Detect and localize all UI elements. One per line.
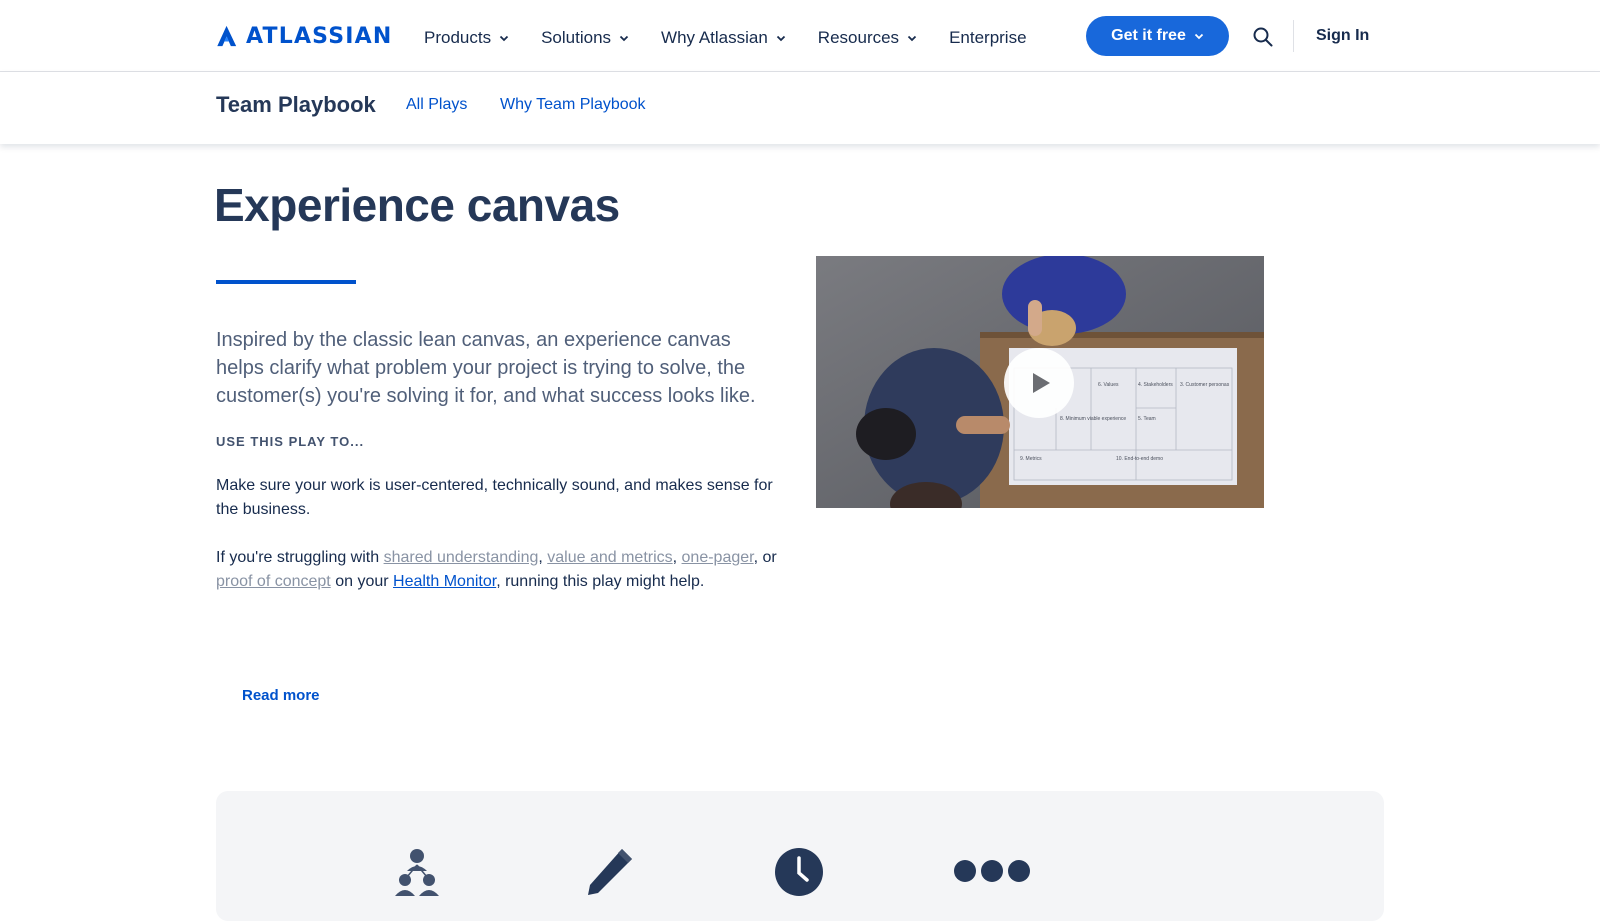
video-person-arm [956, 416, 1010, 434]
atlassian-logo-icon [217, 25, 237, 47]
title-underline [216, 280, 356, 284]
page-title: Experience canvas [214, 179, 620, 231]
team-playbook-title[interactable]: Team Playbook [216, 92, 376, 118]
separator: , or [753, 549, 777, 566]
video-person-arm [1028, 300, 1042, 336]
get-it-free-button[interactable]: Get it free [1086, 16, 1229, 56]
chevron-down-icon [499, 35, 509, 42]
more-dots-icon [954, 860, 1030, 882]
nav-enterprise[interactable]: Enterprise [949, 26, 1026, 50]
struggling-suffix: , running this play might help. [496, 573, 705, 590]
read-more-link[interactable]: Read more [242, 687, 320, 704]
video-thumbnail[interactable]: 6. Values 4. Stakeholders 3. Customer pe… [816, 256, 1264, 508]
video-canvas-label: 5. Team [1138, 416, 1156, 422]
video-canvas-label: 6. Values [1098, 382, 1119, 388]
struggling-prefix: If you're struggling with [216, 549, 384, 566]
video-canvas-label: 8. Minimum viable experience [1060, 416, 1126, 422]
chevron-down-icon [619, 35, 629, 42]
atlassian-wordmark: ATLASSIAN [246, 23, 393, 49]
shared-understanding-link[interactable]: shared understanding [384, 549, 539, 566]
nav-products[interactable]: Products [424, 26, 509, 50]
play-icon [1033, 373, 1050, 393]
get-it-free-label: Get it free [1111, 27, 1186, 44]
play-details-panel [216, 791, 1384, 921]
one-pager-link[interactable]: one-pager [682, 549, 754, 566]
nav-resources-label: Resources [817, 28, 900, 47]
atlassian-logo[interactable]: ATLASSIAN [216, 23, 393, 49]
sub-navigation: Team Playbook All Plays Why Team Playboo… [0, 72, 1600, 144]
clock-icon [775, 848, 823, 896]
chevron-down-icon [1194, 33, 1203, 40]
search-icon[interactable] [1252, 26, 1274, 48]
sign-in-link[interactable]: Sign In [1316, 27, 1369, 45]
why-team-playbook-link[interactable]: Why Team Playbook [500, 96, 646, 114]
nav-products-label: Products [424, 28, 492, 47]
nav-resources[interactable]: Resources [818, 26, 917, 50]
struggling-with-text: If you're struggling with shared underst… [216, 546, 786, 594]
nav-why-atlassian[interactable]: Why Atlassian [661, 26, 786, 50]
nav-why-atlassian-label: Why Atlassian [661, 28, 768, 47]
video-table-edge [980, 332, 1264, 338]
nav-solutions-label: Solutions [541, 28, 612, 47]
pencil-icon [588, 849, 632, 895]
chevron-down-icon [907, 35, 917, 42]
video-person-head [856, 408, 916, 460]
play-purpose-text: Make sure your work is user-centered, te… [216, 477, 773, 518]
separator: , [538, 549, 548, 566]
proof-of-concept-link[interactable]: proof of concept [216, 573, 331, 590]
separator: , [672, 549, 682, 566]
video-canvas-label: 4. Stakeholders [1138, 382, 1173, 388]
top-navigation: ATLASSIAN Products Solutions Why Atlassi… [0, 0, 1600, 72]
nav-solutions[interactable]: Solutions [541, 26, 629, 50]
health-monitor-link[interactable]: Health Monitor [393, 573, 496, 590]
value-and-metrics-link[interactable]: value and metrics [547, 549, 672, 566]
nav-enterprise-label: Enterprise [949, 28, 1027, 47]
video-canvas-label: 3. Customer personas [1180, 382, 1230, 388]
use-this-play-heading: USE THIS PLAY TO... [216, 434, 365, 449]
video-canvas-label: 9. Metrics [1020, 456, 1042, 462]
people-icon [395, 849, 439, 896]
lead-paragraph: Inspired by the classic lean canvas, an … [216, 329, 756, 407]
nav-divider [1293, 20, 1294, 52]
all-plays-link[interactable]: All Plays [406, 96, 467, 114]
chevron-down-icon [776, 35, 785, 42]
video-canvas-label: 10. End-to-end demo [1116, 456, 1163, 462]
primary-nav: Products Solutions Why Atlassian Resourc… [424, 26, 1059, 50]
on-your-text: on your [330, 573, 394, 590]
play-button[interactable] [1004, 348, 1074, 418]
